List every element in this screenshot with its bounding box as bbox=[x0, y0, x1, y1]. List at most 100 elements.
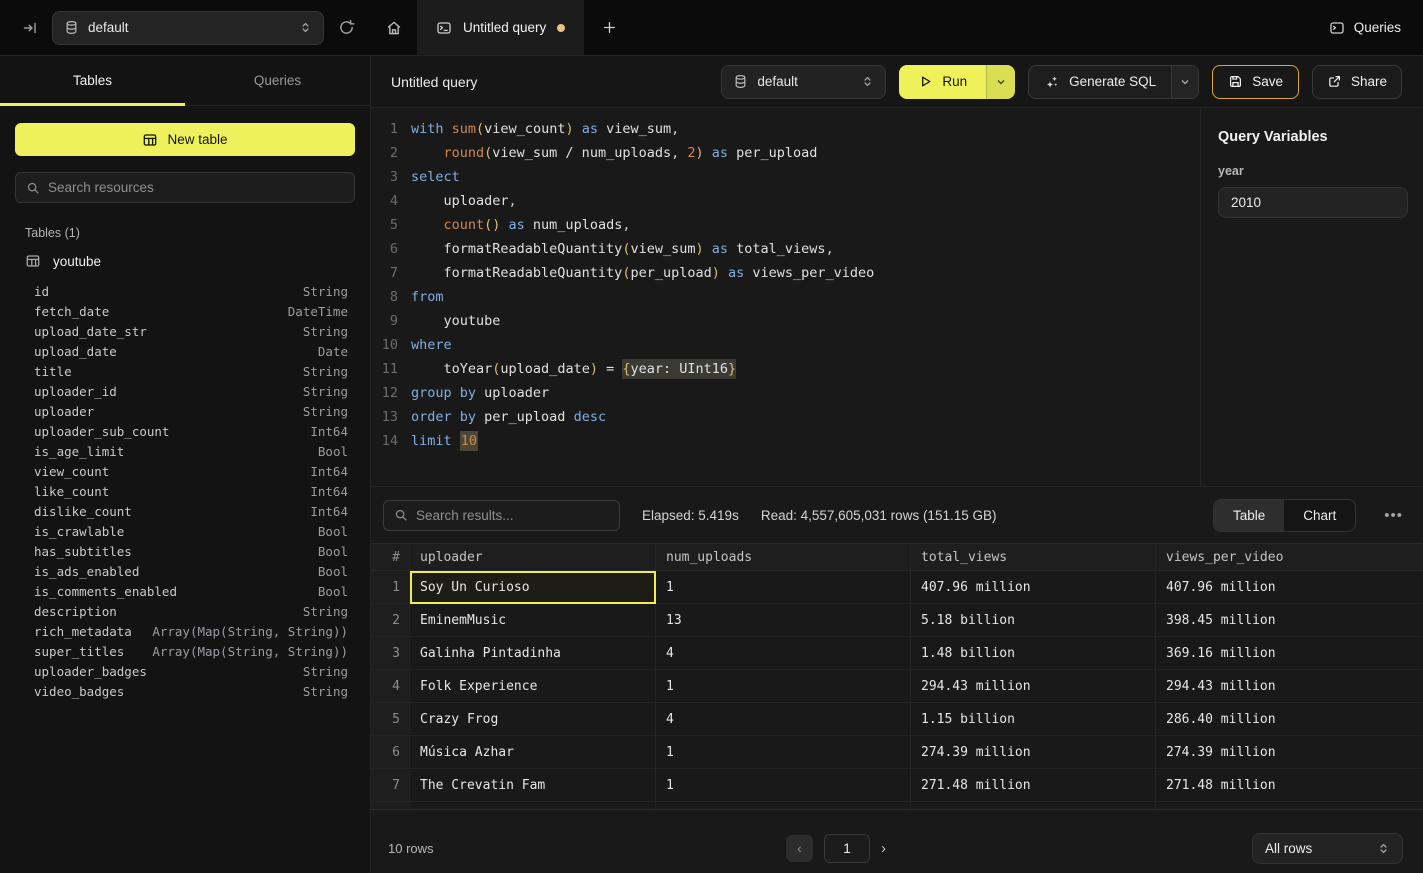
view-toggle-chart[interactable]: Chart bbox=[1284, 500, 1355, 531]
column-type: Bool bbox=[318, 562, 348, 582]
editor-workspace: 1with sum(view_count) as view_sum,2round… bbox=[371, 108, 1423, 487]
code-token: limit bbox=[411, 433, 460, 449]
search-icon bbox=[394, 508, 408, 522]
row-number-cell: 5 bbox=[371, 703, 410, 736]
cell-total-views[interactable]: 1.15 billion bbox=[911, 703, 1156, 736]
cell-views-per-video[interactable]: 398.45 million bbox=[1156, 604, 1423, 637]
cell-num-uploads[interactable]: 4 bbox=[656, 703, 911, 736]
generate-sql-options-button[interactable] bbox=[1171, 66, 1198, 98]
previous-page-button[interactable]: ‹ bbox=[786, 835, 813, 862]
tab-untitled-query[interactable]: Untitled query bbox=[417, 0, 584, 55]
code-line: 5count() as num_uploads, bbox=[371, 213, 1200, 237]
cell-views-per-video[interactable]: 274.39 million bbox=[1156, 736, 1423, 769]
results-more-button[interactable]: ••• bbox=[1384, 507, 1403, 524]
code-content: formatReadableQuantity(per_upload) as vi… bbox=[411, 261, 874, 285]
code-token: ) bbox=[712, 265, 720, 281]
code-token: view_sum bbox=[630, 241, 695, 257]
cell-total-views[interactable]: 271.48 million bbox=[911, 769, 1156, 802]
cell-views-per-video[interactable]: 369.16 million bbox=[1156, 637, 1423, 670]
top-bar: default Untitled query bbox=[0, 0, 1423, 56]
cell-views-per-video[interactable]: 407.96 million bbox=[1156, 571, 1423, 604]
cell-num-uploads[interactable]: 4 bbox=[656, 637, 911, 670]
cell-num-uploads[interactable]: 13 bbox=[656, 604, 911, 637]
cell-uploader[interactable]: Galinha Pintadinha bbox=[410, 637, 656, 670]
app-root: default Untitled query bbox=[0, 0, 1423, 873]
sparkles-icon bbox=[1044, 74, 1060, 90]
column-name: is_ads_enabled bbox=[34, 562, 139, 582]
cell-total-views[interactable]: 1.48 billion bbox=[911, 637, 1156, 670]
next-page-button[interactable]: › bbox=[881, 840, 886, 857]
code-token: ( bbox=[476, 121, 484, 137]
refresh-button[interactable] bbox=[338, 19, 355, 36]
results-search[interactable] bbox=[383, 500, 620, 531]
save-icon bbox=[1228, 74, 1243, 89]
code-line: 9youtube bbox=[371, 309, 1200, 333]
cell-views-per-video[interactable]: 286.40 million bbox=[1156, 703, 1423, 736]
column-type: Int64 bbox=[310, 462, 348, 482]
database-icon bbox=[733, 74, 748, 89]
query-toolbar: Untitled query default bbox=[371, 56, 1423, 108]
collapse-sidebar-button[interactable] bbox=[22, 20, 38, 36]
cell-total-views[interactable]: 5.18 billion bbox=[911, 604, 1156, 637]
share-button[interactable]: Share bbox=[1312, 65, 1402, 99]
column-header-total_views: total_views bbox=[911, 543, 1156, 571]
line-number: 7 bbox=[371, 261, 411, 285]
cell-views-per-video[interactable]: 271.48 million bbox=[1156, 769, 1423, 802]
save-button-label: Save bbox=[1252, 74, 1283, 89]
variable-input-year[interactable] bbox=[1218, 187, 1408, 218]
schema-column: is_ads_enabled Bool bbox=[34, 562, 348, 582]
generate-sql-button[interactable]: Generate SQL bbox=[1029, 66, 1171, 98]
column-name: description bbox=[34, 602, 117, 622]
column-type: String bbox=[303, 602, 348, 622]
sidebar-table-youtube[interactable]: youtube bbox=[15, 253, 355, 269]
code-line: 7formatReadableQuantity(per_upload) as v… bbox=[371, 261, 1200, 285]
sql-editor[interactable]: 1with sum(view_count) as view_sum,2round… bbox=[371, 108, 1200, 486]
cell-total-views[interactable]: 294.43 million bbox=[911, 670, 1156, 703]
sidebar-tab-queries[interactable]: Queries bbox=[185, 56, 370, 105]
results-footer: 10 rows ‹ 1 › All rows bbox=[371, 823, 1423, 873]
cell-uploader[interactable]: Música Azhar bbox=[410, 736, 656, 769]
column-type: Int64 bbox=[310, 502, 348, 522]
share-button-label: Share bbox=[1351, 74, 1387, 89]
cell-uploader[interactable]: Folk Experience bbox=[410, 670, 656, 703]
column-name: video_badges bbox=[34, 682, 124, 702]
database-selector-toolbar[interactable]: default bbox=[721, 65, 886, 99]
pagination: ‹ 1 › bbox=[786, 834, 886, 863]
cell-total-views[interactable]: 407.96 million bbox=[911, 571, 1156, 604]
cell-uploader[interactable]: The Crevatin Fam bbox=[410, 769, 656, 802]
home-button[interactable] bbox=[371, 0, 417, 55]
toolbar-actions: default Run bbox=[721, 65, 1402, 99]
cell-uploader[interactable]: Soy Un Curioso bbox=[410, 571, 656, 604]
page-size-selector[interactable]: All rows bbox=[1252, 833, 1403, 864]
new-tab-button[interactable] bbox=[584, 0, 634, 55]
new-table-button[interactable]: New table bbox=[15, 123, 355, 156]
run-button-label: Run bbox=[942, 74, 967, 89]
query-tab-icon bbox=[436, 20, 452, 36]
cell-num-uploads[interactable]: 1 bbox=[656, 769, 911, 802]
view-toggle-table[interactable]: Table bbox=[1214, 500, 1284, 531]
cell-num-uploads[interactable]: 1 bbox=[656, 670, 911, 703]
cell-views-per-video[interactable]: 294.43 million bbox=[1156, 670, 1423, 703]
code-token: num_uploads bbox=[525, 217, 623, 233]
run-button[interactable]: Run bbox=[899, 65, 986, 99]
run-options-button[interactable] bbox=[986, 65, 1015, 99]
cell-uploader[interactable]: Crazy Frog bbox=[410, 703, 656, 736]
cell-num-uploads[interactable]: 1 bbox=[656, 736, 911, 769]
results-header: Elapsed: 5.419s Read: 4,557,605,031 rows… bbox=[371, 487, 1423, 543]
cell-uploader[interactable]: EminemMusic bbox=[410, 604, 656, 637]
page-size-value: All rows bbox=[1265, 841, 1312, 856]
code-token: formatReadableQuantity bbox=[444, 241, 623, 257]
save-button[interactable]: Save bbox=[1212, 65, 1299, 99]
cell-total-views[interactable]: 274.39 million bbox=[911, 736, 1156, 769]
code-content: round(view_sum / num_uploads, 2) as per_… bbox=[411, 141, 817, 165]
query-title: Untitled query bbox=[391, 74, 477, 90]
search-results-input[interactable] bbox=[416, 508, 609, 523]
cell-num-uploads[interactable]: 1 bbox=[656, 571, 911, 604]
code-token: 2 bbox=[679, 145, 695, 161]
sidebar-search[interactable] bbox=[15, 172, 355, 203]
database-selector-topbar[interactable]: default bbox=[52, 11, 324, 45]
search-resources-input[interactable] bbox=[48, 180, 344, 195]
sidebar-tab-tables[interactable]: Tables bbox=[0, 56, 185, 105]
column-name: has_subtitles bbox=[34, 542, 132, 562]
queries-button[interactable]: Queries bbox=[1329, 20, 1401, 36]
